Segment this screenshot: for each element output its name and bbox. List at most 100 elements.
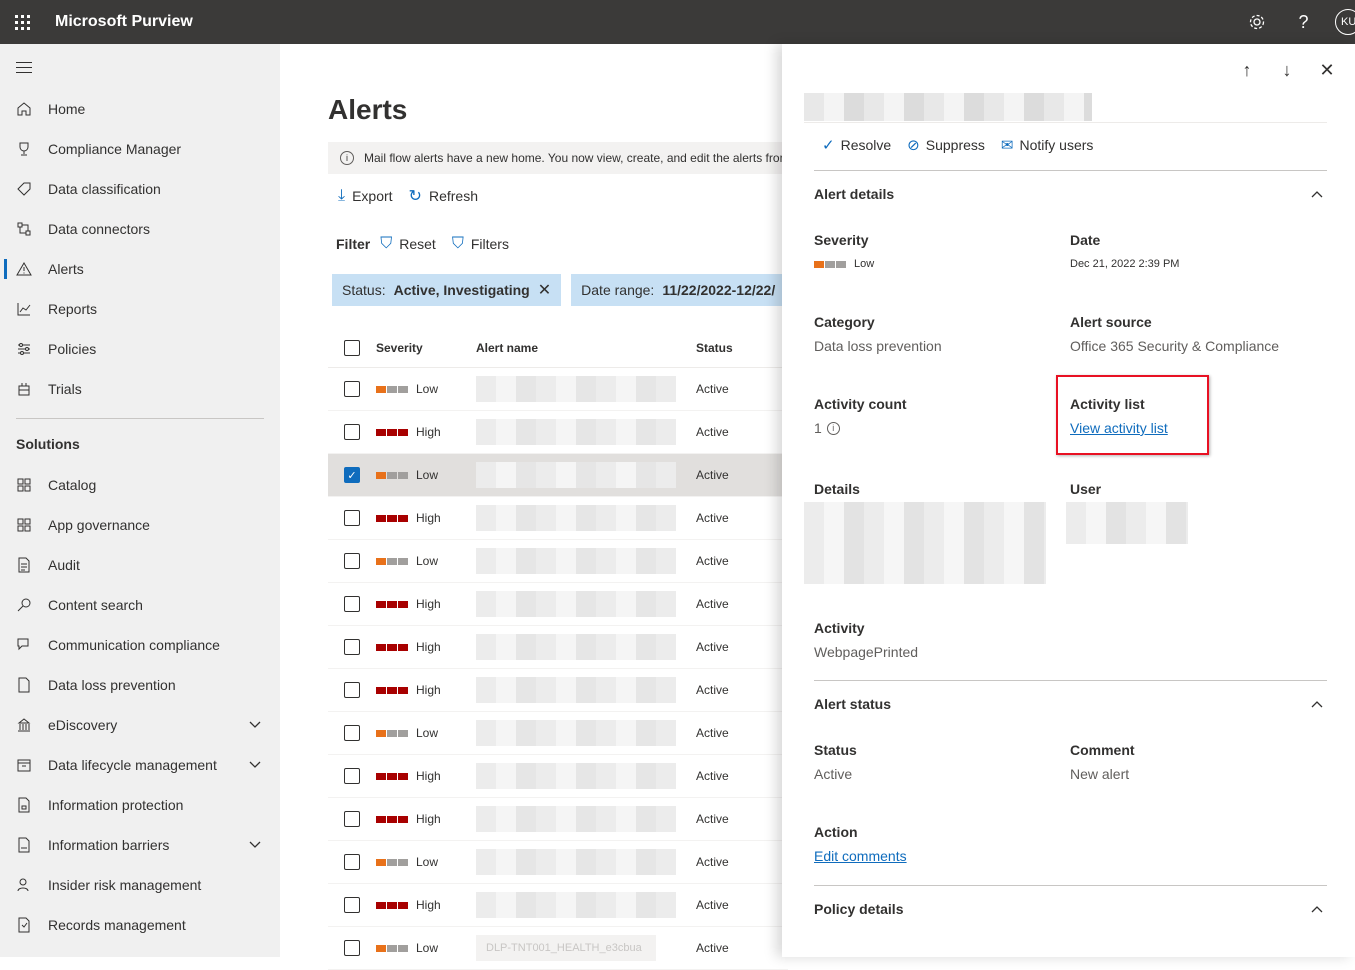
table-row[interactable]: Low DLP-TNT001_HEALTH_e3cbua Active: [328, 927, 788, 970]
help-button[interactable]: ?: [1280, 0, 1327, 44]
alert-status-heading[interactable]: Alert status: [814, 696, 891, 712]
column-status[interactable]: Status: [696, 341, 733, 355]
alert-name-cell[interactable]: [476, 460, 696, 490]
reset-button[interactable]: ⛉ Reset: [380, 235, 436, 253]
severity-cell: Low: [376, 468, 476, 482]
sidebar-item-app-governance[interactable]: App governance: [0, 505, 280, 545]
row-checkbox[interactable]: [344, 381, 360, 397]
sidebar-item-audit[interactable]: Audit: [0, 545, 280, 585]
row-checkbox[interactable]: [344, 596, 360, 612]
row-checkbox[interactable]: [344, 940, 360, 956]
table-row[interactable]: High Active: [328, 411, 788, 454]
chevron-up-icon[interactable]: [1310, 188, 1324, 202]
settings-button[interactable]: [1233, 0, 1280, 44]
chevron-down-icon[interactable]: [248, 717, 262, 731]
avatar[interactable]: KU: [1335, 9, 1355, 35]
table-row[interactable]: Low Active: [328, 368, 788, 411]
alert-name-cell[interactable]: [476, 374, 696, 404]
row-checkbox[interactable]: [344, 897, 360, 913]
chevron-up-icon[interactable]: [1310, 903, 1324, 917]
sidebar-item-compliance-manager[interactable]: Compliance Manager: [0, 129, 280, 169]
alert-name-cell[interactable]: [476, 417, 696, 447]
sidebar-item-home[interactable]: Home: [0, 89, 280, 129]
close-icon[interactable]: ✕: [538, 280, 551, 300]
sidebar-item-content-search[interactable]: Content search: [0, 585, 280, 625]
table-row[interactable]: High Active: [328, 798, 788, 841]
sidebar-item-data-loss-prevention[interactable]: Data loss prevention: [0, 665, 280, 705]
row-checkbox[interactable]: [344, 553, 360, 569]
sidebar-item-policies[interactable]: Policies: [0, 329, 280, 369]
row-checkbox[interactable]: ✓: [344, 467, 360, 483]
date-range-filter-pill[interactable]: Date range: 11/22/2022-12/22/: [571, 274, 786, 306]
table-row[interactable]: High Active: [328, 583, 788, 626]
row-checkbox[interactable]: [344, 725, 360, 741]
row-checkbox[interactable]: [344, 854, 360, 870]
chevron-down-icon[interactable]: [248, 757, 262, 771]
alert-name-cell[interactable]: [476, 761, 696, 791]
row-checkbox[interactable]: [344, 682, 360, 698]
sidebar-item-label: Compliance Manager: [48, 141, 182, 157]
filter-row: Filter ⛉ Reset ⛉ Filters: [336, 235, 525, 253]
previous-arrow-icon[interactable]: ↑: [1227, 60, 1267, 81]
table-row[interactable]: Low Active: [328, 841, 788, 884]
sidebar-item-label: Catalog: [48, 477, 97, 493]
sidebar-item-ediscovery[interactable]: eDiscovery: [0, 705, 280, 745]
alert-name-cell[interactable]: [476, 503, 696, 533]
sidebar-item-communication-compliance[interactable]: Communication compliance: [0, 625, 280, 665]
row-checkbox[interactable]: [344, 510, 360, 526]
sidebar-item-data-connectors[interactable]: Data connectors: [0, 209, 280, 249]
row-checkbox[interactable]: [344, 424, 360, 440]
filters-button[interactable]: ⛉ Filters: [452, 235, 509, 253]
info-icon[interactable]: i: [826, 421, 840, 435]
suppress-button[interactable]: ⊘ Suppress: [907, 136, 985, 154]
column-alert-name[interactable]: Alert name: [476, 341, 696, 355]
sidebar-item-information-protection[interactable]: Information protection: [0, 785, 280, 825]
sidebar-item-data-lifecycle-management[interactable]: Data lifecycle management: [0, 745, 280, 785]
chevron-down-icon[interactable]: [248, 837, 262, 851]
alert-name-cell[interactable]: [476, 847, 696, 877]
table-row[interactable]: Low Active: [328, 712, 788, 755]
sidebar-item-reports[interactable]: Reports: [0, 289, 280, 329]
table-row[interactable]: High Active: [328, 626, 788, 669]
select-all-checkbox[interactable]: [344, 339, 360, 356]
sidebar-item-data-classification[interactable]: Data classification: [0, 169, 280, 209]
table-row[interactable]: Low Active: [328, 540, 788, 583]
alert-name-cell[interactable]: [476, 804, 696, 834]
sidebar-item-information-barriers[interactable]: Information barriers: [0, 825, 280, 865]
notify-users-button[interactable]: ✉ Notify users: [1001, 136, 1094, 154]
alert-name-cell[interactable]: DLP-TNT001_HEALTH_e3cbua: [476, 933, 696, 963]
policy-details-heading[interactable]: Policy details: [814, 901, 903, 917]
chevron-up-icon[interactable]: [1310, 698, 1324, 712]
app-launcher-button[interactable]: [0, 0, 44, 44]
table-row[interactable]: ✓ Low Active: [328, 454, 788, 497]
row-checkbox[interactable]: [344, 768, 360, 784]
column-severity[interactable]: Severity: [376, 341, 476, 355]
sidebar-item-alerts[interactable]: Alerts: [0, 249, 280, 289]
row-checkbox[interactable]: [344, 639, 360, 655]
row-checkbox[interactable]: [344, 811, 360, 827]
table-row[interactable]: High Active: [328, 669, 788, 712]
status-filter-pill[interactable]: Status: Active, Investigating ✕: [332, 274, 562, 306]
alert-name-cell[interactable]: [476, 589, 696, 619]
resolve-button[interactable]: ✓ Resolve: [822, 136, 891, 154]
edit-comments-link[interactable]: Edit comments: [814, 848, 907, 864]
alert-name-cell[interactable]: [476, 718, 696, 748]
alert-name-cell[interactable]: [476, 632, 696, 662]
alert-name-cell[interactable]: [476, 890, 696, 920]
alert-name-cell[interactable]: [476, 675, 696, 705]
sidebar-item-trials[interactable]: Trials: [0, 369, 280, 409]
alert-name-cell[interactable]: [476, 546, 696, 576]
app-title[interactable]: Microsoft Purview: [55, 13, 193, 31]
table-row[interactable]: High Active: [328, 884, 788, 927]
next-arrow-icon[interactable]: ↓: [1267, 60, 1307, 81]
sidebar-item-records-management[interactable]: Records management: [0, 905, 280, 945]
hamburger-icon[interactable]: [16, 62, 32, 77]
table-row[interactable]: High Active: [328, 497, 788, 540]
table-row[interactable]: High Active: [328, 755, 788, 798]
refresh-button[interactable]: ↻ Refresh: [409, 186, 478, 206]
export-button[interactable]: ⤓ Export: [338, 187, 393, 205]
alert-details-heading[interactable]: Alert details: [814, 186, 894, 202]
close-icon[interactable]: ✕: [1307, 60, 1347, 81]
sidebar-item-insider-risk-management[interactable]: Insider risk management: [0, 865, 280, 905]
sidebar-item-catalog[interactable]: Catalog: [0, 465, 280, 505]
